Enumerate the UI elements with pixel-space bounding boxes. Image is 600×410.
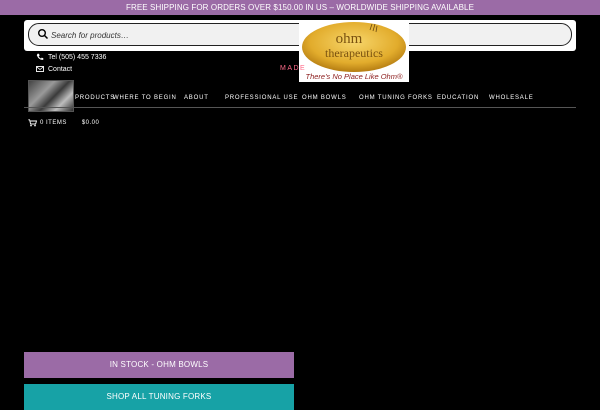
nav-item-ohm-tuning-forks[interactable]: OHM TUNING FORKS xyxy=(359,95,433,101)
nav-item-professional-use[interactable]: PROFESSIONAL USE xyxy=(225,95,298,101)
nav-item-products[interactable]: PRODUCTS xyxy=(75,95,115,101)
nav-item-where-to-begin[interactable]: WHERE TO BEGIN xyxy=(113,95,177,101)
ohm-bowls-button[interactable]: IN STOCK - OHM BOWLS xyxy=(24,352,294,378)
phone-icon xyxy=(36,53,44,60)
search-icon[interactable] xyxy=(37,28,49,40)
nav-item-wholesale[interactable]: WHOLESALE xyxy=(489,95,534,101)
made-label: MADE xyxy=(280,65,307,72)
site-logo[interactable]: ohm therapeutics There's No Place Like O… xyxy=(299,20,409,82)
logo-tagline: There's No Place Like Ohm® xyxy=(306,72,403,81)
nav-item-about[interactable]: ABOUT xyxy=(184,95,209,101)
cart-count: 0 ITEMS xyxy=(40,120,67,126)
cart-total: $0.00 xyxy=(81,120,100,126)
nav-item-education[interactable]: EDUCATION xyxy=(437,95,479,101)
phone-number[interactable]: Tel (505) 455 7336 xyxy=(48,54,106,61)
logo-word: ohm xyxy=(336,31,363,47)
tuning-forks-button[interactable]: SHOP ALL TUNING FORKS xyxy=(24,384,294,410)
contact-label[interactable]: Contact xyxy=(48,66,72,73)
logo-name: therapeutics xyxy=(325,46,383,60)
cart-link[interactable]: 0 ITEMS $0.00 xyxy=(28,119,99,127)
phone-line[interactable]: Tel (505) 455 7336 xyxy=(36,53,106,61)
contact-link[interactable]: Contact xyxy=(36,65,72,73)
search-input[interactable] xyxy=(49,26,303,44)
ohm-therapeutics-logo: ohm therapeutics There's No Place Like O… xyxy=(302,22,406,81)
promo-text: FREE SHIPPING FOR ORDERS OVER $150.00 IN… xyxy=(125,3,475,12)
cart-icon xyxy=(28,119,37,127)
main-navigation: PRODUCTS WHERE TO BEGIN ABOUT PROFESSION… xyxy=(24,93,576,108)
envelope-icon xyxy=(36,66,44,72)
nav-item-ohm-bowls[interactable]: OHM BOWLS xyxy=(302,95,347,101)
promo-banner: FREE SHIPPING FOR ORDERS OVER $150.00 IN… xyxy=(0,0,600,15)
